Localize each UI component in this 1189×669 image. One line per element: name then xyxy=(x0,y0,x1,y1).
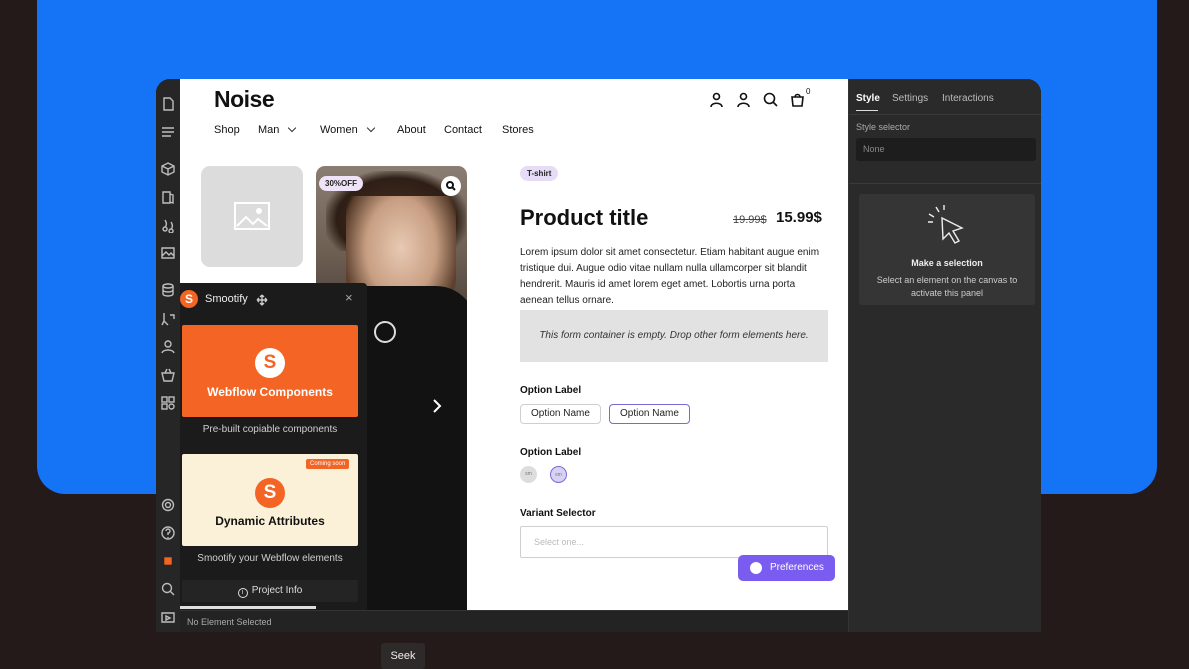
tab-style[interactable]: Style xyxy=(856,93,880,104)
product-title: Product title xyxy=(520,205,649,230)
search-icon[interactable] xyxy=(160,581,176,597)
ecommerce-icon[interactable] xyxy=(160,367,176,383)
cookie-icon xyxy=(750,562,762,574)
search-icon[interactable] xyxy=(762,91,779,108)
help-icon[interactable] xyxy=(160,525,176,541)
cursor-click-icon xyxy=(928,205,964,244)
move-icon[interactable] xyxy=(256,293,268,306)
option-button-2[interactable]: Option Name xyxy=(609,404,690,424)
components-icon[interactable] xyxy=(160,161,176,177)
apps-icon[interactable] xyxy=(160,395,176,411)
zoom-button[interactable] xyxy=(441,176,461,196)
logic-icon[interactable] xyxy=(160,311,176,327)
user-icon[interactable] xyxy=(735,91,752,108)
smootify-s-icon: S xyxy=(255,478,285,508)
status-text: No Element Selected xyxy=(187,617,272,627)
header-icons: 0 xyxy=(708,87,838,111)
old-price: 19.99$ xyxy=(733,214,767,226)
nav-man-label: Man xyxy=(258,124,280,136)
option-label-1: Option Label xyxy=(520,385,582,396)
video-icon[interactable] xyxy=(160,609,176,625)
image-icon xyxy=(234,202,270,230)
card-title: Webflow Components xyxy=(207,385,333,399)
project-info-button[interactable]: i Project Info xyxy=(182,580,358,602)
card-caption: Smootify your Webflow elements xyxy=(197,553,343,564)
chevron-right-icon xyxy=(433,399,442,413)
nav-women-label: Women xyxy=(320,124,358,136)
option-button-1[interactable]: Option Name xyxy=(520,404,601,424)
product-price: 15.99$ xyxy=(776,209,822,226)
variant-label: Variant Selector xyxy=(520,508,596,519)
seek-tooltip: Seek xyxy=(381,643,425,669)
left-toolbar xyxy=(156,79,180,632)
canvas-scrollbar[interactable] xyxy=(180,606,316,609)
navigator-icon[interactable] xyxy=(160,124,176,140)
make-selection-card: Make a selection Select an element on th… xyxy=(859,194,1035,305)
nav-man[interactable]: Man xyxy=(258,123,297,136)
preferences-button[interactable]: Preferences xyxy=(738,555,835,581)
preferences-label: Preferences xyxy=(770,562,824,573)
smootify-panel: S Smootify × S Webflow Components Pre-bu… xyxy=(180,283,367,610)
smootify-app-icon[interactable] xyxy=(160,553,176,569)
nav-women[interactable]: Women xyxy=(320,123,375,136)
swatch-2[interactable]: sm xyxy=(550,466,567,483)
product-description: Lorem ipsum dolor sit amet consectetur. … xyxy=(520,247,820,306)
option-label-2: Option Label xyxy=(520,447,582,458)
variant-select[interactable]: Select one... xyxy=(520,526,828,558)
cart-count: 0 xyxy=(806,87,811,96)
settings-gear-icon[interactable] xyxy=(160,497,176,513)
divider xyxy=(849,183,1041,184)
tab-settings[interactable]: Settings xyxy=(892,93,928,104)
cms-icon[interactable] xyxy=(160,282,176,298)
users-icon[interactable] xyxy=(160,339,176,355)
close-icon[interactable]: × xyxy=(345,290,353,305)
style-selector-label: Style selector xyxy=(856,122,911,132)
divider xyxy=(849,114,1041,115)
card-caption: Pre-built copiable components xyxy=(202,424,338,435)
right-panel: Style Settings Interactions Style select… xyxy=(848,79,1041,632)
chevron-down-icon xyxy=(366,123,375,133)
nav-about[interactable]: About xyxy=(397,124,426,136)
smootify-title: Smootify xyxy=(205,293,248,305)
coming-soon-badge: Coming soon xyxy=(306,459,350,469)
dynamic-attributes-card[interactable]: Coming soon S Dynamic Attributes xyxy=(182,454,358,546)
webflow-components-card[interactable]: S Webflow Components xyxy=(182,325,358,417)
nav-contact[interactable]: Contact xyxy=(444,124,482,136)
discount-badge: 30%OFF xyxy=(319,176,364,191)
status-bar: No Element Selected xyxy=(180,610,848,632)
swatch-1[interactable]: sm xyxy=(520,466,537,483)
tab-interactions[interactable]: Interactions xyxy=(942,93,994,104)
image-placeholder[interactable] xyxy=(201,166,303,267)
make-selection-title: Make a selection xyxy=(911,258,983,268)
project-info-label: Project Info xyxy=(251,585,303,596)
pages-icon[interactable] xyxy=(160,96,176,112)
nav-shop[interactable]: Shop xyxy=(214,124,240,136)
next-image-button[interactable] xyxy=(430,399,444,413)
smootify-logo: S xyxy=(180,290,198,308)
smootify-header[interactable]: S Smootify × xyxy=(180,283,367,313)
active-tab-underline xyxy=(856,110,878,111)
smootify-s-icon: S xyxy=(255,348,285,378)
make-selection-description: Select an element on the canvas to activ… xyxy=(876,275,1018,298)
styles-icon[interactable] xyxy=(160,217,176,234)
zoom-icon xyxy=(446,181,456,191)
assets-icon[interactable] xyxy=(160,245,176,261)
webflow-designer-window: Noise Shop Man Women About Contact Store… xyxy=(156,79,1041,632)
nav-stores[interactable]: Stores xyxy=(502,124,534,136)
info-icon: i xyxy=(237,588,248,598)
card-title: Dynamic Attributes xyxy=(215,514,325,528)
chevron-down-icon xyxy=(288,123,297,133)
product-tag: T-shirt xyxy=(520,166,559,181)
store-logo[interactable]: Noise xyxy=(214,86,275,113)
variables-icon[interactable] xyxy=(160,189,176,205)
style-selector-input[interactable]: None xyxy=(856,138,1036,161)
globe-emblem-icon xyxy=(374,321,396,343)
empty-form-container[interactable]: This form container is empty. Drop other… xyxy=(520,310,828,362)
account-icon[interactable] xyxy=(708,91,725,108)
cart-icon[interactable] xyxy=(789,91,806,108)
